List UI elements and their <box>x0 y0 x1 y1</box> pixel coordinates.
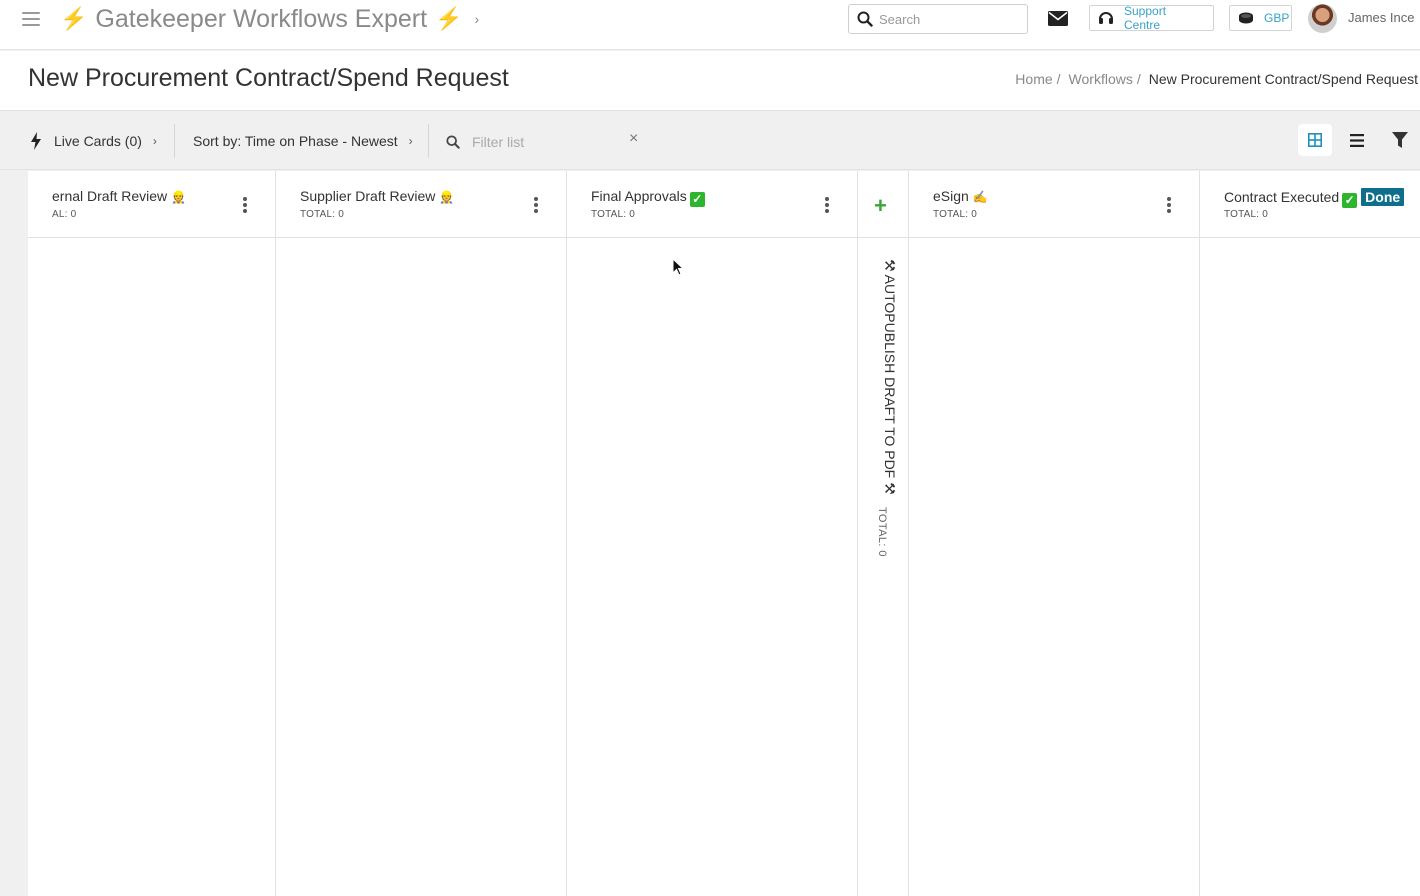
bolt-icon <box>31 132 41 150</box>
list-view-button[interactable] <box>1340 124 1374 156</box>
add-column-button[interactable]: + <box>874 193 887 219</box>
chevron-right-icon[interactable]: › <box>474 11 479 27</box>
filter-list[interactable] <box>446 132 622 152</box>
board-column: ernal Draft Review 👷 AL: 0 <box>28 171 276 896</box>
global-search[interactable] <box>848 4 1028 34</box>
coins-icon <box>1238 12 1254 24</box>
grid-icon <box>1308 133 1322 147</box>
column-header[interactable]: Contract Executed ✓ Done TOTAL: 0 <box>1200 171 1420 238</box>
column-menu-icon[interactable] <box>825 197 829 213</box>
breadcrumb-current: New Procurement Contract/Spend Request <box>1148 71 1418 87</box>
column-menu-icon[interactable] <box>1167 197 1171 213</box>
filter-button[interactable] <box>1383 124 1417 156</box>
column-title: Supplier Draft Review 👷 <box>300 188 455 204</box>
breadcrumb-workflows[interactable]: Workflows <box>1069 71 1133 87</box>
column-title: ernal Draft Review 👷 <box>52 188 187 204</box>
column-header[interactable]: ernal Draft Review 👷 AL: 0 <box>28 171 275 238</box>
column-menu-icon[interactable] <box>534 197 538 213</box>
worker-icon: 👷 <box>171 190 187 204</box>
filter-input[interactable] <box>472 134 622 150</box>
column-total: TOTAL: 0 <box>933 209 978 220</box>
board-column: eSign ✍ TOTAL: 0 <box>909 171 1200 896</box>
toolbar-divider <box>174 124 175 158</box>
currency-button[interactable]: GBP <box>1229 5 1292 31</box>
user-avatar[interactable] <box>1308 4 1337 33</box>
column-total: TOTAL: 0 <box>876 507 888 557</box>
column-title: eSign ✍ <box>933 188 988 204</box>
user-name[interactable]: James Ince <box>1348 10 1414 25</box>
check-icon: ✓ <box>1342 193 1358 208</box>
breadcrumb-home[interactable]: Home <box>1015 71 1052 87</box>
column-header[interactable]: Supplier Draft Review 👷 TOTAL: 0 <box>276 171 566 238</box>
column-header[interactable]: Final Approvals ✓ TOTAL: 0 <box>567 171 857 238</box>
hamburger-menu-icon[interactable] <box>22 12 40 26</box>
check-icon: ✓ <box>689 192 705 207</box>
chevron-right-icon: › <box>408 134 413 148</box>
toolbar-divider <box>428 124 429 158</box>
headset-icon <box>1098 10 1114 26</box>
column-header: + <box>858 171 908 238</box>
app-title[interactable]: ⚡ Gatekeeper Workflows Expert ⚡ › <box>60 3 479 35</box>
currency-label: GBP <box>1264 11 1290 25</box>
support-centre-button[interactable]: Support Centre <box>1089 4 1214 32</box>
board-column: Contract Executed ✓ Done TOTAL: 0 <box>1200 171 1420 896</box>
support-centre-label: Support Centre <box>1124 4 1167 32</box>
done-badge: Done <box>1361 188 1405 206</box>
breadcrumb-separator: / <box>1056 71 1061 87</box>
envelope-icon[interactable] <box>1048 11 1068 26</box>
column-total: TOTAL: 0 <box>300 209 345 220</box>
top-navbar: ⚡ Gatekeeper Workflows Expert ⚡ › Suppor… <box>0 0 1420 50</box>
writing-hand-icon: ✍ <box>972 190 988 204</box>
chevron-right-icon: › <box>152 134 157 148</box>
column-title: Final Approvals ✓ <box>591 188 705 207</box>
live-cards-label: Live Cards (0) <box>54 133 142 149</box>
board-toolbar: Live Cards (0) › Sort by: Time on Phase … <box>0 112 1420 170</box>
sort-label: Sort by: Time on Phase - Newest <box>193 133 398 149</box>
search-icon <box>446 135 460 149</box>
sort-button[interactable]: Sort by: Time on Phase - Newest › <box>193 112 413 170</box>
column-header[interactable]: eSign ✍ TOTAL: 0 <box>909 171 1199 238</box>
board-column: Supplier Draft Review 👷 TOTAL: 0 <box>276 171 567 896</box>
list-icon <box>1350 133 1364 147</box>
mouse-cursor-icon <box>672 258 684 276</box>
breadcrumb: Home / Workflows / New Procurement Contr… <box>1015 71 1418 87</box>
grid-view-button[interactable] <box>1298 124 1332 156</box>
column-total: TOTAL: 0 <box>1224 209 1269 220</box>
column-total: TOTAL: 0 <box>591 209 636 220</box>
live-cards-button[interactable]: Live Cards (0) › <box>30 112 157 170</box>
collapsed-column[interactable]: + ⚒ AUTOPUBLISH DRAFT TO PDF ⚒ TOTAL: 0 <box>858 171 909 896</box>
app-title-text: Gatekeeper Workflows Expert <box>95 4 428 33</box>
search-input[interactable] <box>879 11 1019 27</box>
worker-icon: 👷 <box>439 190 455 204</box>
clear-filter-icon[interactable]: × <box>629 130 638 148</box>
board-column: Final Approvals ✓ TOTAL: 0 <box>567 171 858 896</box>
column-menu-icon[interactable] <box>243 197 247 213</box>
page-title: New Procurement Contract/Spend Request <box>28 64 509 92</box>
breadcrumb-separator: / <box>1136 71 1141 87</box>
kanban-board: ernal Draft Review 👷 AL: 0 Supplier Draft… <box>28 171 1420 896</box>
column-title: ⚒ AUTOPUBLISH DRAFT TO PDF ⚒ <box>882 259 898 495</box>
column-title: Contract Executed ✓ Done <box>1224 188 1405 208</box>
lightning-icon: ⚡ <box>60 6 88 31</box>
column-total: AL: 0 <box>52 209 77 220</box>
funnel-icon <box>1392 131 1408 148</box>
page-header: New Procurement Contract/Spend Request H… <box>0 51 1420 111</box>
lightning-icon: ⚡ <box>435 6 463 31</box>
search-icon <box>857 11 873 27</box>
